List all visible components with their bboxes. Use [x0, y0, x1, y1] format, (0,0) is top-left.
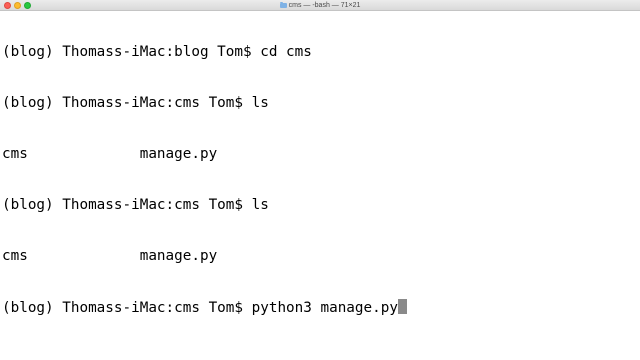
window-title-text: cms — -bash — 71×21 — [288, 2, 361, 9]
terminal-prompt-line[interactable]: (blog) Thomass-iMac:cms Tom$ python3 man… — [2, 299, 640, 316]
terminal-output[interactable]: (blog) Thomass-iMac:blog Tom$ cd cms (bl… — [2, 10, 640, 350]
terminal-line: cms manage.py — [2, 146, 218, 162]
text-cursor — [397, 299, 407, 314]
terminal-line: (blog) Thomass-iMac:cms Tom$ ls — [2, 197, 269, 213]
folder-icon — [279, 1, 287, 8]
terminal-window: cms — -bash — 71×21 (blog) Thomass-iMac:… — [0, 0, 640, 360]
terminal-line: cms manage.py — [2, 248, 218, 264]
terminal-line: (blog) Thomass-iMac:blog Tom$ cd cms — [2, 44, 312, 60]
terminal-line: (blog) Thomass-iMac:cms Tom$ ls — [2, 95, 269, 111]
current-command: (blog) Thomass-iMac:cms Tom$ python3 man… — [2, 300, 398, 316]
